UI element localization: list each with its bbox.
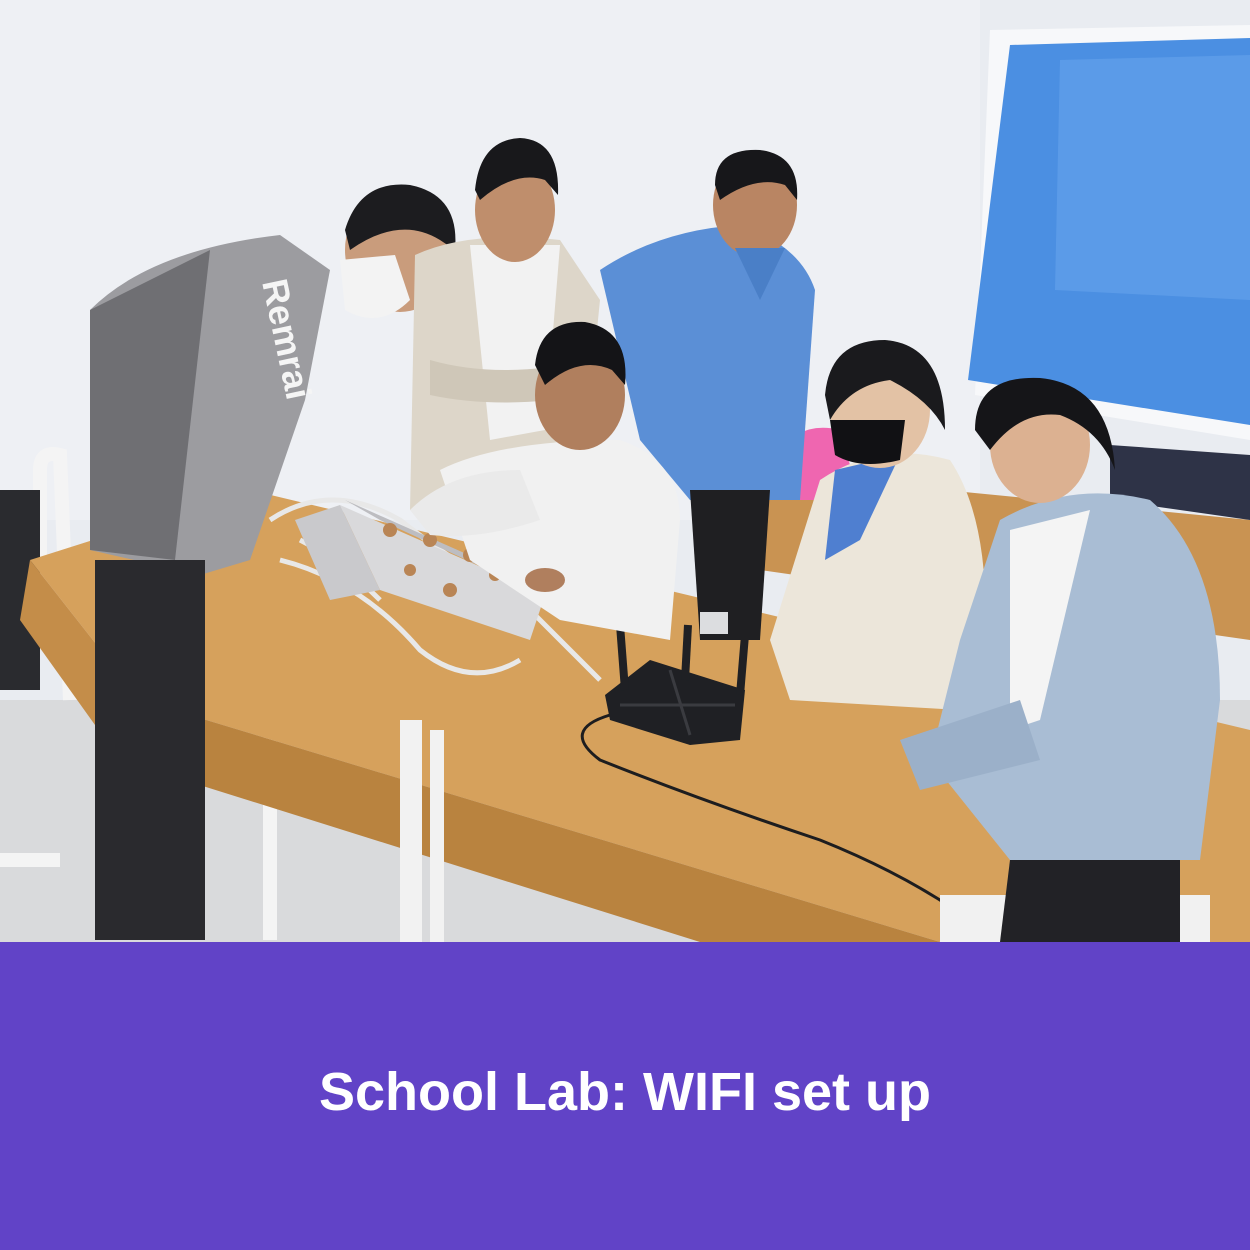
desk-legs (400, 720, 444, 942)
lab-photo: Remrai (0, 0, 1250, 942)
caption-band: School Lab: WIFI set up (0, 942, 1250, 1250)
photo-illustration: Remrai (0, 0, 1250, 942)
caption-title: School Lab: WIFI set up (319, 1062, 931, 1122)
poster: Remrai School Lab: WIFI set up (0, 0, 1250, 1250)
window (968, 25, 1250, 440)
